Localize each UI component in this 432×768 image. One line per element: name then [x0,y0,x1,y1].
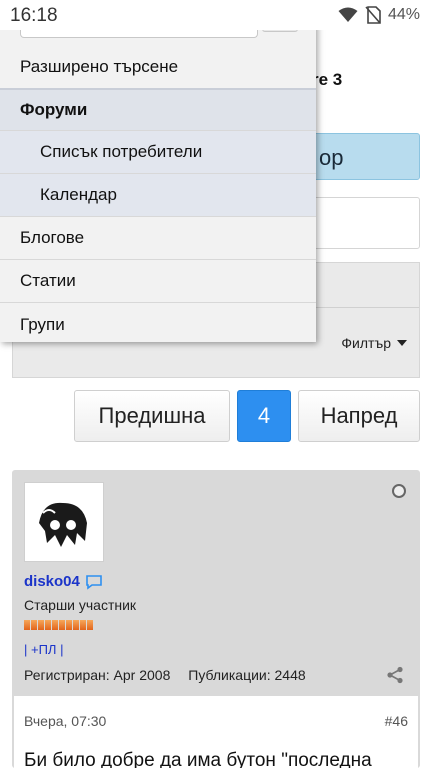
caret-down-icon [397,340,407,346]
avatar[interactable] [24,482,104,562]
menu-item-advanced-search[interactable]: Разширено търсене [0,46,316,89]
primary-action-label: ор [319,145,344,170]
primary-action-button[interactable]: ор [300,133,420,180]
menu-item-articles[interactable]: Статии [0,260,316,303]
online-status-icon [392,484,406,498]
menu-item-groups[interactable]: Групи [0,303,316,346]
current-page-button[interactable]: 4 [237,390,291,442]
status-time: 16:18 [10,5,58,26]
user-meta: Регистриран: Apr 2008 Публикации: 2448 [24,667,306,683]
filter-button[interactable]: Филтър [341,335,407,351]
prev-page-button[interactable]: Предишна [74,390,230,442]
page-title: re 3 [312,70,343,89]
registered-date: Регистриран: Apr 2008 [24,667,171,683]
menu-item-calendar[interactable]: Календар [0,174,316,217]
wifi-icon [338,7,358,22]
user-title: Старши участник [24,597,137,613]
post-count: Публикации: 2448 [188,667,306,683]
menu-item-blogs[interactable]: Блогове [0,217,316,260]
nav-dropdown-menu: Разширено търсене Форуми Списък потребит… [0,22,316,342]
user-links[interactable]: | +ПЛ | [24,642,63,657]
page-input-field[interactable] [300,197,420,249]
username-link[interactable]: disko04 [24,573,80,590]
post-body: Вчера, 07:30 #46 Би било добре да има бу… [14,696,418,768]
avatar-image [25,483,103,561]
menu-item-members-list[interactable]: Списък потребители [0,131,316,174]
status-icons: 44% [338,6,420,24]
battery-percent: 44% [387,6,420,23]
filter-label: Филтър [341,335,391,351]
pagination: Предишна 4 Напред [0,390,432,442]
post-date: Вчера, 07:30 [24,713,107,729]
reputation-bar [24,620,93,630]
chat-bubble-icon[interactable] [85,574,103,590]
share-icon[interactable] [386,666,404,684]
status-bar: 16:18 44% [0,0,432,30]
post-number-link[interactable]: #46 [385,713,408,729]
next-page-button[interactable]: Напред [298,390,420,442]
forum-post: disko04 Старши участник | +ПЛ | Регистри… [12,470,420,768]
username-row: disko04 [24,573,103,590]
menu-item-forums[interactable]: Форуми [0,88,316,131]
no-sim-icon [365,6,381,24]
post-text: Би било добре да има бутон "последна [24,750,372,768]
